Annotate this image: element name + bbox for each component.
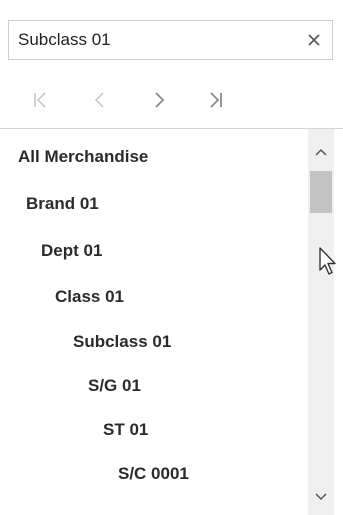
close-icon <box>308 34 320 46</box>
tree-item-brand[interactable]: Brand 01 <box>26 184 99 224</box>
hierarchy-panel: All Merchandise Brand 01 Dept 01 Class 0… <box>0 0 343 515</box>
last-page-icon <box>210 92 222 108</box>
tree-item-all-merchandise[interactable]: All Merchandise <box>18 137 148 177</box>
clear-search-button[interactable] <box>302 28 326 52</box>
tree-item-class[interactable]: Class 01 <box>55 277 124 317</box>
tree-item-subclass[interactable]: Subclass 01 <box>73 322 171 362</box>
search-input[interactable] <box>9 21 299 59</box>
next-icon <box>155 92 165 108</box>
first-button[interactable] <box>20 80 60 120</box>
last-button[interactable] <box>196 80 236 120</box>
chevron-down-icon <box>315 493 327 501</box>
scroll-down-button[interactable] <box>308 484 334 510</box>
vertical-scrollbar[interactable] <box>308 129 334 515</box>
tree-item-dept[interactable]: Dept 01 <box>41 231 102 271</box>
previous-button[interactable] <box>80 80 120 120</box>
next-button[interactable] <box>139 80 179 120</box>
navigation-toolbar <box>0 80 343 120</box>
first-page-icon <box>34 92 46 108</box>
chevron-up-icon <box>315 148 327 156</box>
tree-item-st[interactable]: ST 01 <box>103 410 148 450</box>
previous-icon <box>94 92 104 108</box>
scroll-thumb[interactable] <box>310 171 332 213</box>
merchandise-tree: All Merchandise Brand 01 Dept 01 Class 0… <box>0 129 305 515</box>
search-box <box>8 20 333 60</box>
scroll-up-button[interactable] <box>308 139 334 165</box>
tree-item-sc[interactable]: S/C 0001 <box>118 454 189 494</box>
tree-item-sg[interactable]: S/G 01 <box>88 366 141 406</box>
mouse-pointer-icon <box>319 247 336 275</box>
